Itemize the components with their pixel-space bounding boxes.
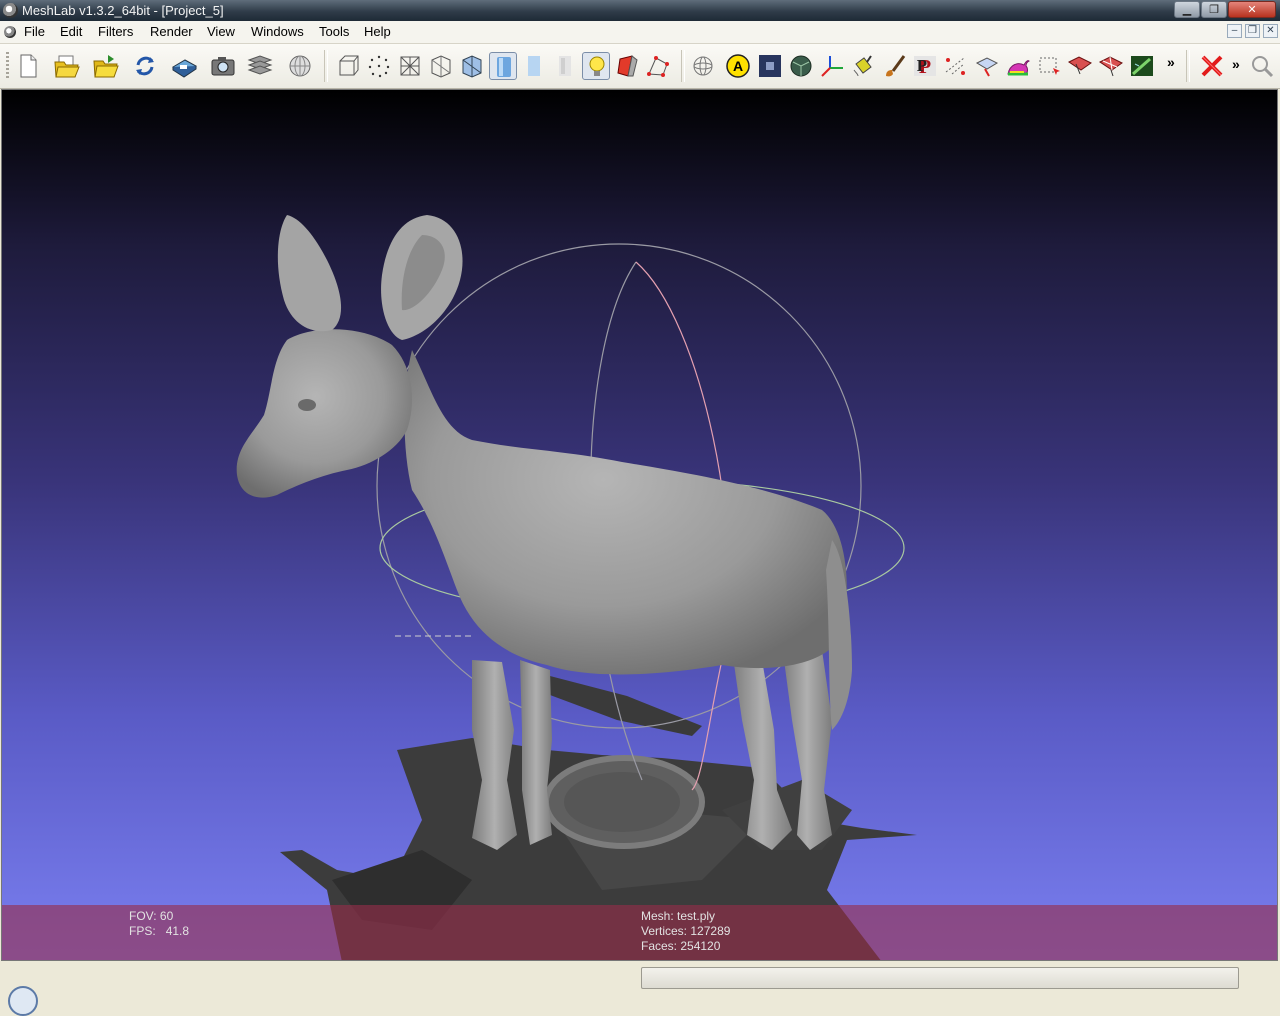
axis-icon[interactable] — [818, 52, 846, 80]
paint-brush-icon[interactable] — [880, 52, 908, 80]
rabbit-icon[interactable] — [1004, 52, 1032, 80]
restore-button[interactable]: ❐ — [1201, 1, 1227, 18]
color-picker-icon[interactable] — [756, 52, 784, 80]
svg-text:A: A — [733, 58, 743, 74]
smooth-icon[interactable] — [489, 52, 517, 80]
toolbar-separator — [324, 50, 328, 82]
bounding-box-icon[interactable] — [334, 52, 362, 80]
paint-bucket-icon[interactable] — [849, 52, 877, 80]
pickpoints-icon[interactable]: PP — [911, 52, 939, 80]
flat-lines-icon[interactable] — [458, 52, 486, 80]
snapshot-icon[interactable] — [209, 52, 237, 80]
light-icon[interactable] — [582, 52, 610, 80]
menu-file[interactable]: File — [24, 24, 45, 39]
reload-icon[interactable] — [131, 52, 159, 80]
new-project-icon[interactable] — [14, 52, 42, 80]
normals-icon[interactable] — [644, 52, 672, 80]
toolbar-separator — [681, 50, 685, 82]
menu-bar: File Edit Filters Render View Windows To… — [0, 21, 1280, 44]
progress-bar — [641, 967, 1239, 989]
window-title: MeshLab v1.3.2_64bit - [Project_5] — [22, 3, 224, 18]
scene — [236, 215, 917, 960]
wireframe-icon[interactable] — [396, 52, 424, 80]
toolbar-separator — [1186, 50, 1190, 82]
export-mesh-icon[interactable] — [170, 52, 198, 80]
menu-tools[interactable]: Tools — [319, 24, 349, 39]
points-icon[interactable] — [365, 52, 393, 80]
annotation-icon[interactable]: A — [724, 52, 752, 80]
select-connected-icon[interactable] — [1097, 52, 1125, 80]
close-button[interactable]: ✕ — [1228, 1, 1276, 18]
meshlab-server-icon[interactable] — [286, 52, 314, 80]
status-orb-icon — [8, 986, 38, 1016]
mdi-restore-button[interactable]: ❐ — [1245, 24, 1260, 38]
open-project-icon[interactable] — [53, 52, 81, 80]
import-mesh-icon[interactable] — [92, 52, 120, 80]
main-toolbar: A PP » » — [0, 44, 1280, 89]
toolbar-overflow-button[interactable]: » — [1167, 54, 1175, 70]
menu-edit[interactable]: Edit — [60, 24, 82, 39]
status-bar — [0, 962, 1280, 1016]
layers-icon[interactable] — [246, 52, 274, 80]
select-faces-icon[interactable] — [1035, 52, 1063, 80]
vertices-readout: Vertices: 127289 — [641, 924, 731, 938]
menu-windows[interactable]: Windows — [251, 24, 304, 39]
minimize-button[interactable]: ▁ — [1174, 1, 1200, 18]
select-vertices-icon[interactable] — [1066, 52, 1094, 80]
fps-readout: FPS: 41.8 — [129, 924, 190, 938]
toolbar-overflow-button-2[interactable]: » — [1232, 56, 1240, 72]
texture-icon[interactable] — [551, 52, 579, 80]
measure-icon[interactable] — [942, 52, 970, 80]
mesh-name-readout: Mesh: test.ply — [641, 909, 716, 923]
faces-readout: Faces: 254120 — [641, 939, 721, 953]
backface-icon[interactable] — [613, 52, 641, 80]
fov-readout: FOV: 60 — [129, 909, 174, 923]
deer-model — [236, 215, 852, 850]
menu-view[interactable]: View — [207, 24, 235, 39]
svg-text:P: P — [917, 56, 927, 75]
meshlab-logo-icon[interactable] — [3, 3, 18, 18]
sphere-icon[interactable] — [787, 52, 815, 80]
mdi-close-button[interactable]: ✕ — [1263, 24, 1278, 38]
align-icon[interactable] — [973, 52, 1001, 80]
toolbar-grip[interactable] — [6, 52, 9, 80]
info-overlay: FOV: 60 FPS: 41.8 Mesh: test.ply Vertice… — [2, 905, 1277, 960]
menu-filters[interactable]: Filters — [98, 24, 133, 39]
menu-render[interactable]: Render — [150, 24, 193, 39]
document-icon[interactable] — [4, 26, 16, 38]
search-icon[interactable] — [1248, 52, 1276, 80]
hidden-lines-icon[interactable] — [427, 52, 455, 80]
delete-icon[interactable] — [1198, 52, 1226, 80]
title-bar: MeshLab v1.3.2_64bit - [Project_5] ▁ ❐ ✕ — [0, 0, 1280, 21]
trackball-icon[interactable] — [689, 52, 717, 80]
texture-param-icon[interactable] — [1128, 52, 1156, 80]
mdi-minimize-button[interactable]: – — [1227, 24, 1242, 38]
flat-icon[interactable] — [520, 52, 548, 80]
menu-help[interactable]: Help — [364, 24, 391, 39]
3d-viewport[interactable]: FOV: 60 FPS: 41.8 Mesh: test.ply Vertice… — [1, 89, 1278, 961]
